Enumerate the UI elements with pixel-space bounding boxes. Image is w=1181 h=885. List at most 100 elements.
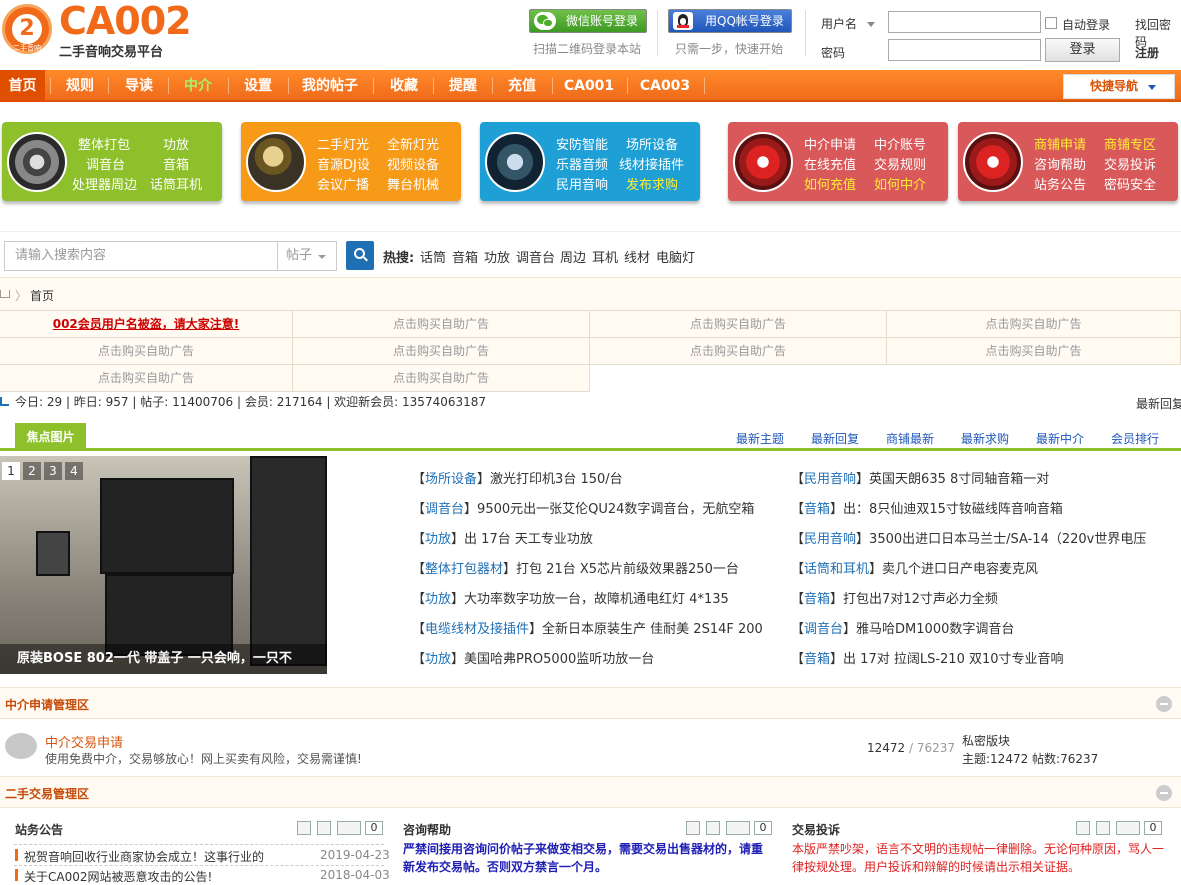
- nav-settings[interactable]: 设置: [232, 70, 284, 102]
- category-link[interactable]: 处理器周边: [72, 174, 137, 193]
- category-link[interactable]: 交易投诉: [1104, 154, 1156, 173]
- list-item[interactable]: 【功放】大功率数字功放一台，故障机通电红灯 4*135: [412, 588, 784, 607]
- auto-login-checkbox[interactable]: [1045, 17, 1057, 29]
- sort-icon[interactable]: [1116, 821, 1140, 835]
- sort-icon[interactable]: [337, 821, 361, 835]
- ad-slot[interactable]: 点击购买自助广告: [590, 338, 887, 365]
- list-item[interactable]: 【整体打包器材】打包 21台 X5芯片前级效果器250一台: [412, 558, 784, 577]
- ad-slot[interactable]: 点击购买自助广告: [293, 365, 590, 392]
- category-link[interactable]: 在线充值: [804, 154, 856, 173]
- post-title[interactable]: 英国天朗635 8寸同轴音箱一对: [869, 472, 1049, 487]
- focus-image-caption[interactable]: 原装BOSE 802一代 带盖子 一只会响，一只不: [0, 644, 327, 674]
- category-link[interactable]: 音源DJ设: [317, 154, 370, 173]
- hot-search-link[interactable]: 功放: [484, 247, 510, 266]
- post-tag[interactable]: 民用音响: [804, 472, 856, 487]
- wechat-login-button[interactable]: 微信账号登录: [529, 9, 647, 33]
- post-tag[interactable]: 功放: [425, 592, 451, 607]
- category-link[interactable]: 中介账号: [874, 134, 926, 153]
- latest-replies-link[interactable]: 最新回复: [1136, 394, 1181, 414]
- nav-ca003[interactable]: CA003: [632, 70, 698, 102]
- section-title[interactable]: 二手交易管理区: [5, 785, 89, 802]
- category-link[interactable]: 交易规则: [874, 154, 926, 173]
- auto-login-label[interactable]: 自动登录: [1062, 16, 1110, 33]
- slide-page-2[interactable]: 2: [23, 462, 41, 480]
- category-link[interactable]: 如何充值: [804, 174, 856, 193]
- list-item[interactable]: 【话筒和耳机】卖几个进口日产电容麦克风: [791, 558, 1179, 577]
- category-link[interactable]: 民用音响: [556, 174, 608, 193]
- post-title[interactable]: 3500出进口日本马兰士/SA-14（220v世界电压: [869, 532, 1146, 547]
- section-title[interactable]: 中介申请管理区: [5, 696, 89, 713]
- post-title[interactable]: 美国哈弗PRO5000监听功放一台: [464, 652, 654, 667]
- post-title[interactable]: 大功率数字功放一台，故障机通电红灯 4*135: [464, 592, 729, 607]
- tab-member-ranking[interactable]: 会员排行: [1111, 430, 1159, 447]
- tab-latest-topics[interactable]: 最新主题: [736, 430, 784, 447]
- list-item[interactable]: 【调音台】9500元出一张艾伦QU24数字调音台，无航空箱: [412, 498, 784, 517]
- category-link[interactable]: 视频设备: [387, 154, 439, 173]
- search-input[interactable]: 请输入搜索内容: [4, 241, 278, 271]
- list-item[interactable]: 【民用音响】3500出进口日本马兰士/SA-14（220v世界电压: [791, 528, 1179, 547]
- password-input[interactable]: [888, 39, 1041, 61]
- post-title[interactable]: 出 17台 天工专业功放: [464, 532, 593, 547]
- list-item[interactable]: 【音箱】出：8只仙迪双15寸钕磁线阵音响音箱: [791, 498, 1179, 517]
- category-link[interactable]: 商铺专区: [1104, 134, 1156, 153]
- nav-ca001[interactable]: CA001: [557, 70, 621, 102]
- home-icon[interactable]: [0, 290, 10, 298]
- category-link[interactable]: 发布求购: [626, 174, 678, 193]
- category-link[interactable]: 商铺申请: [1034, 134, 1086, 153]
- login-button[interactable]: 登录: [1045, 38, 1120, 62]
- nav-my-posts[interactable]: 我的帖子: [294, 70, 366, 102]
- post-tag[interactable]: 电缆线材及接插件: [425, 622, 529, 637]
- tab-latest-replies[interactable]: 最新回复: [811, 430, 859, 447]
- nav-favorites[interactable]: 收藏: [378, 70, 430, 102]
- sort-icon[interactable]: [726, 821, 750, 835]
- post-title[interactable]: 卖几个进口日产电容麦克风: [882, 562, 1038, 577]
- hot-search-link[interactable]: 耳机: [592, 247, 618, 266]
- qq-login-button[interactable]: 用QQ帐号登录: [668, 9, 792, 33]
- category-link[interactable]: 站务公告: [1034, 174, 1086, 193]
- post-title[interactable]: 打包 21台 X5芯片前级效果器250一台: [516, 562, 739, 577]
- category-link[interactable]: 如何中介: [874, 174, 926, 193]
- category-link[interactable]: 咨询帮助: [1034, 154, 1086, 173]
- list-item[interactable]: 【音箱】出 17对 拉阔LS-210 双10寸专业音响: [791, 648, 1179, 667]
- post-tag[interactable]: 调音台: [425, 502, 464, 517]
- ad-slot[interactable]: 点击购买自助广告: [590, 311, 887, 338]
- hot-search-link[interactable]: 音箱: [452, 247, 478, 266]
- category-link[interactable]: 话筒耳机: [150, 174, 202, 193]
- new-post-icon[interactable]: [1076, 821, 1090, 835]
- category-link[interactable]: 中介申请: [804, 134, 856, 153]
- ad-slot[interactable]: 点击购买自助广告: [887, 311, 1181, 338]
- list-item[interactable]: 【场所设备】激光打印机3台 150/台: [412, 468, 784, 487]
- list-item[interactable]: 【民用音响】英国天朗635 8寸同轴音箱一对: [791, 468, 1179, 487]
- post-title[interactable]: 出 17对 拉阔LS-210 双10寸专业音响: [843, 652, 1063, 667]
- nav-rules[interactable]: 规则: [55, 70, 105, 102]
- ad-slot[interactable]: 点击购买自助广告: [0, 365, 293, 392]
- tab-shop-latest[interactable]: 商铺最新: [886, 430, 934, 447]
- list-item[interactable]: 【电缆线材及接插件】全新日本原装生产 佳耐美 2S14F 200: [412, 618, 784, 637]
- ad-slot[interactable]: 点击购买自助广告: [293, 338, 590, 365]
- list-item[interactable]: 【功放】美国哈弗PRO5000监听功放一台: [412, 648, 784, 667]
- user-icon[interactable]: [317, 821, 331, 835]
- nav-home[interactable]: 首页: [0, 70, 45, 102]
- ad-slot[interactable]: 点击购买自助广告: [887, 338, 1181, 365]
- forum-title[interactable]: 交易投诉: [792, 821, 840, 838]
- tab-latest-agent[interactable]: 最新中介: [1036, 430, 1084, 447]
- post-tag[interactable]: 功放: [425, 652, 451, 667]
- collapse-icon[interactable]: [1156, 785, 1172, 801]
- post-tag[interactable]: 话筒和耳机: [804, 562, 869, 577]
- slide-page-3[interactable]: 3: [44, 462, 62, 480]
- search-button[interactable]: [346, 241, 374, 270]
- notice-item[interactable]: 关于CA002网站被恶意攻击的公告!: [24, 868, 212, 885]
- post-title[interactable]: 激光打印机3台 150/台: [490, 472, 623, 487]
- ad-slot[interactable]: 点击购买自助广告: [293, 311, 590, 338]
- category-link[interactable]: 整体打包: [78, 134, 130, 153]
- hot-search-link[interactable]: 调音台: [516, 247, 555, 266]
- hot-search-link[interactable]: 周边: [560, 247, 586, 266]
- notice-item[interactable]: 祝贺音响回收行业商家协会成立！这事行业的: [24, 848, 264, 865]
- site-notice-link[interactable]: 002会员用户名被盗，请大家注意!: [0, 311, 293, 338]
- category-link[interactable]: 线材接插件: [619, 154, 684, 173]
- ad-slot[interactable]: 点击购买自助广告: [0, 338, 293, 365]
- list-item[interactable]: 【功放】出 17台 天工专业功放: [412, 528, 784, 547]
- category-link[interactable]: 全新灯光: [387, 134, 439, 153]
- hot-search-link[interactable]: 话筒: [420, 247, 446, 266]
- slide-page-4[interactable]: 4: [65, 462, 83, 480]
